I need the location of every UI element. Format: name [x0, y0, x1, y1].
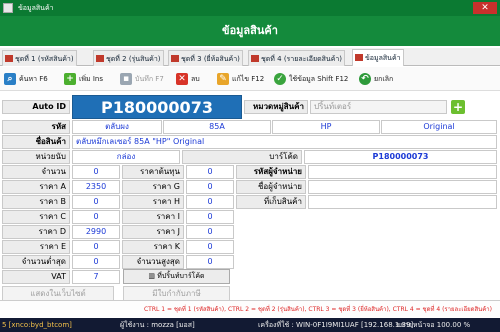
price-label: ราคา B	[2, 195, 70, 209]
tab-set-3[interactable]: ชุดที่ 3 (ยี่ห้อสินค้า)	[168, 50, 243, 66]
min-qty-label: จำนวนต่ำสุด	[2, 255, 70, 269]
unit-label: หน่วยนับ	[2, 150, 70, 164]
vat-label: VAT	[2, 270, 70, 284]
search-button[interactable]: ⌕ ค้นหา F6	[4, 72, 48, 86]
price-field[interactable]: 0	[72, 210, 120, 224]
autoid-field[interactable]: P180000073	[72, 95, 242, 119]
min-qty-field[interactable]: 0	[72, 255, 120, 269]
tab-set-2[interactable]: ชุดที่ 2 (รุ่นสินค้า)	[93, 50, 164, 66]
price-field[interactable]: 0	[72, 195, 120, 209]
price-field[interactable]: 0	[186, 180, 234, 194]
undo-icon: ↶	[359, 73, 371, 85]
search-icon: ⌕	[4, 73, 16, 85]
tab-bar: ชุดที่ 1 (รหัสสินค้า) ชุดที่ 2 (รุ่นสินค…	[0, 48, 500, 66]
close-button[interactable]: ✕	[473, 2, 497, 14]
price-field[interactable]: 0	[72, 240, 120, 254]
window-title: ข้อมูลสินค้า	[18, 4, 54, 12]
price-field[interactable]: 0	[186, 225, 234, 239]
price-field[interactable]: 2350	[72, 180, 120, 194]
add-button[interactable]: + เพิ่ม Ins	[64, 72, 103, 86]
barcode-label: บาร์โค้ด	[182, 150, 302, 164]
save-button[interactable]: ▪ บันทึก F7	[120, 72, 164, 86]
tab-set-4[interactable]: ชุดที่ 4 (รายละเอียดสินค้า)	[248, 50, 346, 66]
unit-field[interactable]: กล่อง	[72, 150, 180, 164]
code-part-1[interactable]: ตลับผง	[72, 120, 162, 134]
barcode-field[interactable]: P180000073	[304, 150, 497, 164]
supplier-code-field[interactable]	[308, 165, 497, 179]
plus-icon: +	[64, 73, 76, 85]
status-bar: 5 [xnco:byd_btcom] ผู้ใช้งาน : mozza [มอ…	[0, 318, 500, 332]
tab-icon	[96, 55, 104, 62]
price-label: ราคา J	[122, 225, 184, 239]
code-part-2[interactable]: 85A	[163, 120, 271, 134]
tab-icon	[171, 55, 179, 62]
toolbar: ⌕ ค้นหา F6 + เพิ่ม Ins ▪ บันทึก F7 ✕ ลบ ✎ แก้…	[0, 67, 500, 91]
delete-icon: ✕	[176, 73, 188, 85]
code-label: รหัส	[2, 120, 70, 134]
shortcut-hint: CTRL 1 = ชุดที่ 1 (รหัสสินค้า), CTRL 2 =…	[0, 300, 500, 317]
tab-icon	[251, 55, 259, 62]
status-user: ผู้ใช้งาน : mozza [มอส]	[120, 321, 195, 329]
price-label: ราคา H	[122, 195, 184, 209]
price-field[interactable]: 0	[186, 240, 234, 254]
tab-icon	[5, 55, 13, 62]
supplier-name-label: ชื่อผู้จำหน่าย	[236, 180, 306, 194]
qty-field[interactable]: 0	[72, 165, 120, 179]
location-field[interactable]	[308, 195, 497, 209]
supplier-name-field[interactable]	[308, 180, 497, 194]
price-field[interactable]: 0	[186, 210, 234, 224]
code-part-4[interactable]: Original	[381, 120, 497, 134]
max-qty-label: จำนวนสูงสุด	[122, 255, 184, 269]
category-label: หมวดหมู่สินค้า	[244, 100, 308, 114]
barcode-icon: ▥	[148, 272, 158, 280]
tab-icon	[355, 54, 363, 61]
price-label: ราคา D	[2, 225, 70, 239]
price-label: ราคา E	[2, 240, 70, 254]
cancel-button[interactable]: ↶ ยกเลิก	[359, 72, 393, 86]
vat-field[interactable]: 7	[72, 270, 120, 284]
app-icon	[3, 3, 13, 13]
save-icon: ▪	[120, 73, 132, 85]
category-select[interactable]: ปริ้นท์เตอร์	[310, 100, 447, 114]
code-part-3[interactable]: HP	[272, 120, 380, 134]
autoid-label: Auto ID	[2, 100, 70, 114]
name-field[interactable]: ตลับหมึกเลเซอร์ 85A "HP" Original	[72, 135, 497, 149]
price-label: ราคา A	[2, 180, 70, 194]
max-qty-field[interactable]: 0	[186, 255, 234, 269]
print-barcode-button[interactable]: ▥ ที่ปริ้นท์บาร์โค้ด	[123, 269, 230, 284]
price-label: ราคา C	[2, 210, 70, 224]
price-label: ราคา K	[122, 240, 184, 254]
window-titlebar: ข้อมูลสินค้า ✕	[0, 0, 500, 16]
supplier-code-label: รหัสผู้จำหน่าย	[236, 165, 306, 179]
add-category-button[interactable]: +	[451, 100, 465, 114]
price-field[interactable]: 0	[186, 195, 234, 209]
tab-set-1[interactable]: ชุดที่ 1 (รหัสสินค้า)	[2, 50, 77, 66]
tab-product-info[interactable]: ข้อมูลสินค้า	[352, 49, 404, 66]
name-label: ชื่อสินค้า	[2, 135, 70, 149]
edit-button[interactable]: ✎ แก้ไข F12	[217, 72, 264, 86]
cost-label: ราคาต้นทุน	[122, 165, 184, 179]
location-label: ที่เก็บสินค้า	[236, 195, 306, 209]
status-left: 5 [xnco:byd_btcom]	[2, 321, 72, 329]
status-zoom: ขยายหน้าจอ 100.00 %	[396, 321, 471, 329]
price-label: ราคา I	[122, 210, 184, 224]
qty-label: จำนวน	[2, 165, 70, 179]
use-data-button[interactable]: ✓ ใช้ข้อมูล Shift F12	[274, 72, 348, 86]
price-label: ราคา G	[122, 180, 184, 194]
pencil-icon: ✎	[217, 73, 229, 85]
cost-field[interactable]: 0	[186, 165, 234, 179]
price-field[interactable]: 2990	[72, 225, 120, 239]
check-icon: ✓	[274, 73, 286, 85]
page-title: ข้อมูลสินค้า	[0, 16, 500, 46]
status-computer: เครื่องที่ใช้ : WIN-0F1I9MI1UAF [192.168…	[258, 321, 414, 329]
plus-icon: +	[452, 100, 464, 114]
delete-button[interactable]: ✕ ลบ	[176, 72, 200, 86]
